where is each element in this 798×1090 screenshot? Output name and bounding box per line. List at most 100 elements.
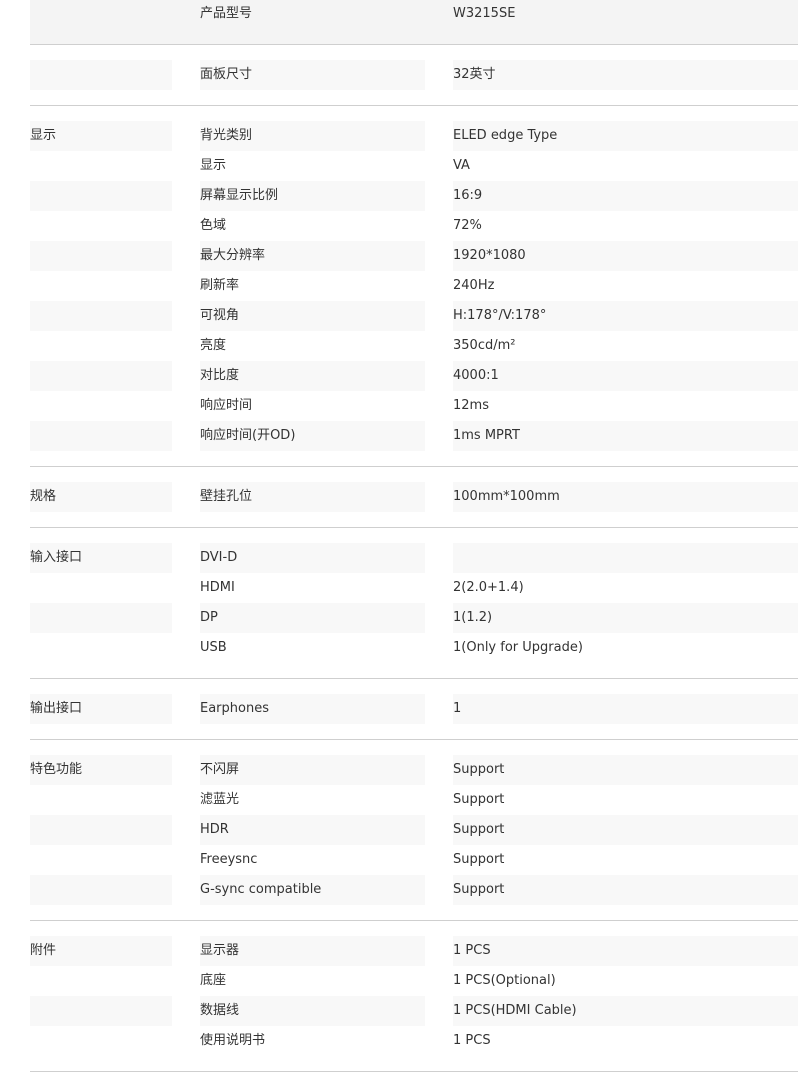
spec-name: 滤蓝光: [200, 792, 240, 807]
table-row: 响应时间 12ms: [30, 391, 798, 421]
group-label: [30, 815, 172, 845]
spec-group: 规格 壁挂孔位 100mm*100mm: [30, 467, 798, 528]
group-label: [30, 603, 172, 633]
spec-value: 100mm*100mm: [453, 482, 798, 512]
spec-group: 特色功能 不闪屏 Support 滤蓝光 Support HDR Support Freeys…: [30, 740, 798, 921]
table-row: 规格 壁挂孔位 100mm*100mm: [30, 482, 798, 512]
group-label: [30, 301, 172, 331]
table-row: 滤蓝光 Support: [30, 785, 798, 815]
group-label: [30, 331, 172, 361]
group-label: [30, 60, 172, 90]
table-row: 产品型号 W3215SE: [30, 0, 798, 29]
group-label: 附件: [30, 936, 172, 966]
table-row: 显示 背光类别 ELED edge Type: [30, 121, 798, 151]
spec-value: ELED edge Type: [453, 121, 798, 151]
spec-value: Support: [453, 815, 798, 845]
spec-name: 壁挂孔位: [200, 482, 425, 512]
group-label: [30, 996, 172, 1026]
spec-name: 色域: [200, 218, 227, 233]
table-row: 底座 1 PCS(Optional): [30, 966, 798, 996]
group-label: 规格: [30, 482, 172, 512]
spec-value: [453, 543, 798, 573]
group-label: [30, 211, 172, 241]
spec-name: 屏幕显示比例: [200, 181, 425, 211]
spec-name: 对比度: [200, 361, 425, 391]
spec-name: DVI-D: [200, 543, 425, 573]
spec-value: 72%: [453, 218, 482, 233]
spec-value: 1ms MPRT: [453, 421, 798, 451]
spec-value: 1 PCS: [453, 936, 798, 966]
group-label: [30, 845, 172, 875]
table-row: DP 1(1.2): [30, 603, 798, 633]
spec-name: 响应时间(开OD): [200, 421, 425, 451]
spec-name: G-sync compatible: [200, 875, 425, 905]
table-row: 面板尺寸 32英寸: [30, 60, 798, 90]
table-row: 亮度 350cd/m²: [30, 331, 798, 361]
table-row: HDMI 2(2.0+1.4): [30, 573, 798, 603]
group-label: [30, 421, 172, 451]
spec-name: 最大分辨率: [200, 241, 425, 271]
table-row: 附件 显示器 1 PCS: [30, 936, 798, 966]
spec-value: Support: [453, 875, 798, 905]
group-label: [30, 573, 172, 603]
group-label: [30, 271, 172, 301]
table-row: G-sync compatible Support: [30, 875, 798, 905]
spec-value: 1(Only for Upgrade): [453, 640, 583, 655]
table-row: USB 1(Only for Upgrade): [30, 633, 798, 663]
table-row: 输入接口 DVI-D: [30, 543, 798, 573]
group-label: [30, 0, 172, 29]
group-label: 输入接口: [30, 543, 172, 573]
spec-value: VA: [453, 158, 470, 173]
spec-name: DP: [200, 603, 425, 633]
group-label: 显示: [30, 121, 172, 151]
table-row: 显示 VA: [30, 151, 798, 181]
table-row: 可视角 H:178°/V:178°: [30, 301, 798, 331]
table-row: HDR Support: [30, 815, 798, 845]
spec-name: 数据线: [200, 996, 425, 1026]
spec-name: 不闪屏: [200, 755, 425, 785]
spec-value: W3215SE: [453, 6, 516, 21]
group-label: [30, 241, 172, 271]
spec-value: 1 PCS: [453, 1033, 491, 1048]
table-row: 屏幕显示比例 16:9: [30, 181, 798, 211]
table-row: Freeysnc Support: [30, 845, 798, 875]
spec-group: 输出接口 Earphones 1: [30, 679, 798, 740]
spec-name: 面板尺寸: [200, 60, 425, 90]
spec-value: 12ms: [453, 398, 489, 413]
group-label: [30, 785, 172, 815]
spec-name: 产品型号: [200, 6, 253, 21]
spec-value: 1: [453, 694, 798, 724]
group-label: 输出接口: [30, 694, 172, 724]
spec-name: 显示器: [200, 936, 425, 966]
spec-value: 32英寸: [453, 60, 798, 90]
spec-group: 面板尺寸 32英寸: [30, 45, 798, 106]
spec-value: Support: [453, 792, 505, 807]
spec-name: 刷新率: [200, 278, 240, 293]
spec-value: 1920*1080: [453, 241, 798, 271]
spec-table: 产品型号 W3215SE 面板尺寸 32英寸 显示 背光类别 ELED edge Type 显…: [30, 0, 798, 1072]
spec-value: 1 PCS(Optional): [453, 973, 556, 988]
table-row: 最大分辨率 1920*1080: [30, 241, 798, 271]
group-label: [30, 181, 172, 211]
table-row: 特色功能 不闪屏 Support: [30, 755, 798, 785]
table-row: 响应时间(开OD) 1ms MPRT: [30, 421, 798, 451]
spec-value: 2(2.0+1.4): [453, 580, 524, 595]
spec-value: 4000:1: [453, 361, 798, 391]
table-row: 数据线 1 PCS(HDMI Cable): [30, 996, 798, 1026]
group-label: [30, 875, 172, 905]
spec-name: 背光类别: [200, 121, 425, 151]
spec-name: Earphones: [200, 694, 425, 724]
group-label: [30, 391, 172, 421]
group-label: 特色功能: [30, 755, 172, 785]
table-row: 色域 72%: [30, 211, 798, 241]
spec-group: 附件 显示器 1 PCS 底座 1 PCS(Optional) 数据线 1 PCS(HDMI…: [30, 921, 798, 1072]
spec-value: 16:9: [453, 181, 798, 211]
spec-name: 亮度: [200, 338, 227, 353]
spec-group: 产品型号 W3215SE: [30, 0, 798, 45]
group-label: [30, 966, 172, 996]
spec-group: 输入接口 DVI-D HDMI 2(2.0+1.4) DP 1(1.2) USB 1(Only…: [30, 528, 798, 679]
spec-value: H:178°/V:178°: [453, 301, 798, 331]
spec-name: 可视角: [200, 301, 425, 331]
spec-name: 显示: [200, 158, 227, 173]
spec-name: HDR: [200, 815, 425, 845]
